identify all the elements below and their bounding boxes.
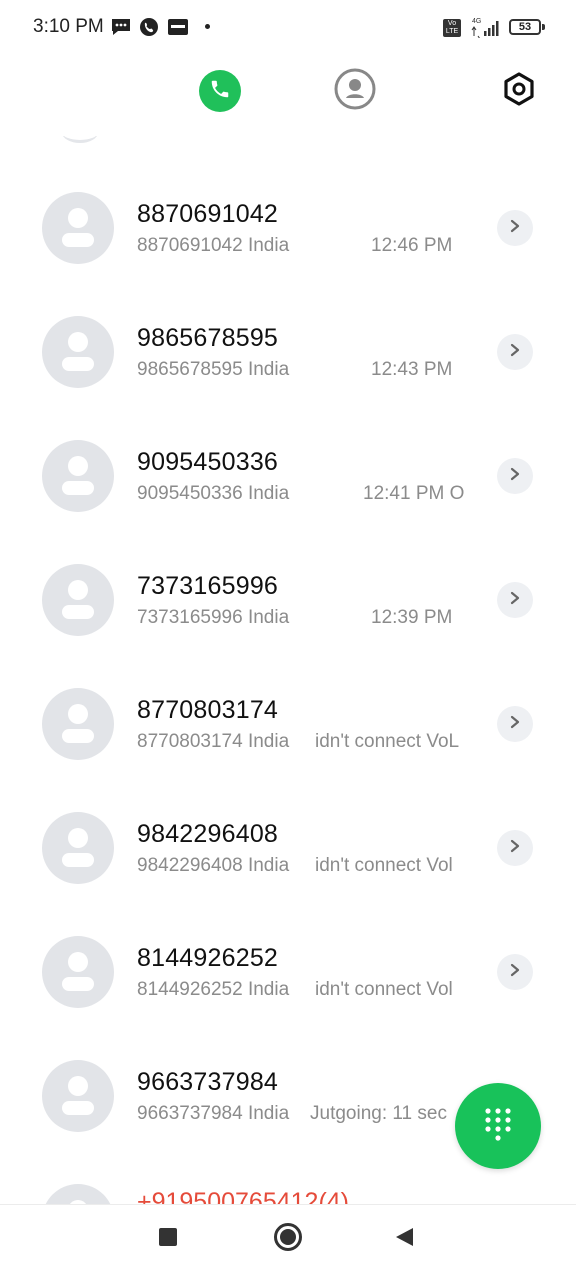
phone-tab[interactable]: [199, 70, 241, 112]
message-icon: [110, 17, 132, 37]
partial-avatar-top: [62, 136, 98, 143]
system-nav-bar: [0, 1204, 576, 1281]
call-status: Jutgoing: 11 sec: [310, 1103, 447, 1124]
contact-number: 7373165996: [137, 572, 279, 600]
call-time: 12:41 PM O: [363, 483, 465, 504]
avatar: [42, 688, 114, 760]
hexagon-settings-icon: [499, 69, 539, 114]
call-detail: 9095450336 India: [137, 483, 290, 504]
call-log-row[interactable]: 7373165996 7373165996 India 12:39 PM: [0, 564, 576, 688]
back-triangle-icon: [393, 1226, 415, 1253]
details-button[interactable]: [497, 458, 533, 494]
chevron-right-icon: [508, 467, 522, 486]
contact-number: 9865678595: [137, 324, 279, 352]
phone-icon: [209, 78, 231, 105]
status-bar: 3:10 PM Vo LTE 4G 53: [0, 0, 576, 56]
details-button[interactable]: [497, 210, 533, 246]
call-time: 12:46 PM: [371, 235, 453, 256]
signal-icon: 4G: [470, 16, 502, 40]
home-button[interactable]: [268, 1219, 308, 1259]
chevron-right-icon: [508, 963, 522, 982]
contact-number: 8770803174: [137, 696, 279, 724]
volte-icon: Vo LTE: [443, 19, 461, 37]
call-detail: 9865678595 India: [137, 359, 290, 380]
call-time: 12:43 PM: [371, 359, 453, 380]
call-detail: 8870691042 India: [137, 235, 290, 256]
battery-icon: 53: [509, 19, 541, 35]
svg-text:4G: 4G: [472, 18, 481, 25]
avatar: [42, 316, 114, 388]
details-button[interactable]: [497, 582, 533, 618]
notification-dot: [205, 24, 210, 29]
call-time: 12:39 PM: [371, 607, 453, 628]
chevron-right-icon: [508, 715, 522, 734]
avatar: [42, 936, 114, 1008]
avatar: [42, 812, 114, 884]
call-log-row[interactable]: 8144926252 8144926252 India idn't connec…: [0, 936, 576, 1060]
call-detail: 9663737984 India: [137, 1103, 290, 1124]
call-detail: 9842296408 India: [137, 855, 290, 876]
contacts-tab[interactable]: [334, 68, 376, 115]
details-button[interactable]: [497, 334, 533, 370]
status-time: 3:10 PM: [33, 16, 104, 37]
recents-square-icon: [158, 1227, 178, 1252]
call-detail: 8144926252 India: [137, 979, 290, 1000]
chevron-right-icon: [508, 219, 522, 238]
dialpad-icon: [483, 1107, 513, 1146]
paytm-icon: [167, 17, 189, 37]
call-log-row[interactable]: 8870691042 8870691042 India 12:46 PM: [0, 192, 576, 316]
call-detail: 8770803174 India: [137, 731, 290, 752]
call-status: idn't connect Vol: [315, 979, 453, 1000]
battery-nub: [542, 24, 545, 30]
top-tab-bar: [0, 56, 576, 136]
home-circle-icon: [273, 1222, 303, 1257]
contact-number: 9842296408: [137, 820, 279, 848]
avatar: [42, 440, 114, 512]
call-status: idn't connect Vol: [315, 855, 453, 876]
avatar-partial: [42, 1184, 114, 1204]
person-icon: [334, 68, 376, 115]
settings-tab[interactable]: [498, 70, 540, 112]
contact-number: 9663737984: [137, 1068, 279, 1096]
whatsapp-call-icon: [138, 17, 160, 37]
call-log-list[interactable]: 8870691042 8870691042 India 12:46 PM 986…: [0, 136, 576, 1204]
details-button[interactable]: [497, 830, 533, 866]
call-log-row[interactable]: 9095450336 9095450336 India 12:41 PM O: [0, 440, 576, 564]
chevron-right-icon: [508, 839, 522, 858]
dialpad-button[interactable]: [455, 1083, 541, 1169]
back-button[interactable]: [384, 1219, 424, 1259]
avatar: [42, 564, 114, 636]
details-button[interactable]: [497, 706, 533, 742]
call-status: idn't connect VoL: [315, 731, 460, 752]
recents-button[interactable]: [148, 1219, 188, 1259]
partial-missed-call-number: +919500765412(4): [137, 1188, 349, 1204]
call-detail: 7373165996 India: [137, 607, 290, 628]
avatar: [42, 192, 114, 264]
contact-number: 8144926252: [137, 944, 279, 972]
contact-number: 9095450336: [137, 448, 279, 476]
call-log-row[interactable]: 9865678595 9865678595 India 12:43 PM: [0, 316, 576, 440]
contact-number: 8870691042: [137, 200, 279, 228]
call-log-row[interactable]: 9842296408 9842296408 India idn't connec…: [0, 812, 576, 936]
call-log-row[interactable]: 8770803174 8770803174 India idn't connec…: [0, 688, 576, 812]
avatar: [42, 1060, 114, 1132]
chevron-right-icon: [508, 343, 522, 362]
chevron-right-icon: [508, 591, 522, 610]
details-button[interactable]: [497, 954, 533, 990]
